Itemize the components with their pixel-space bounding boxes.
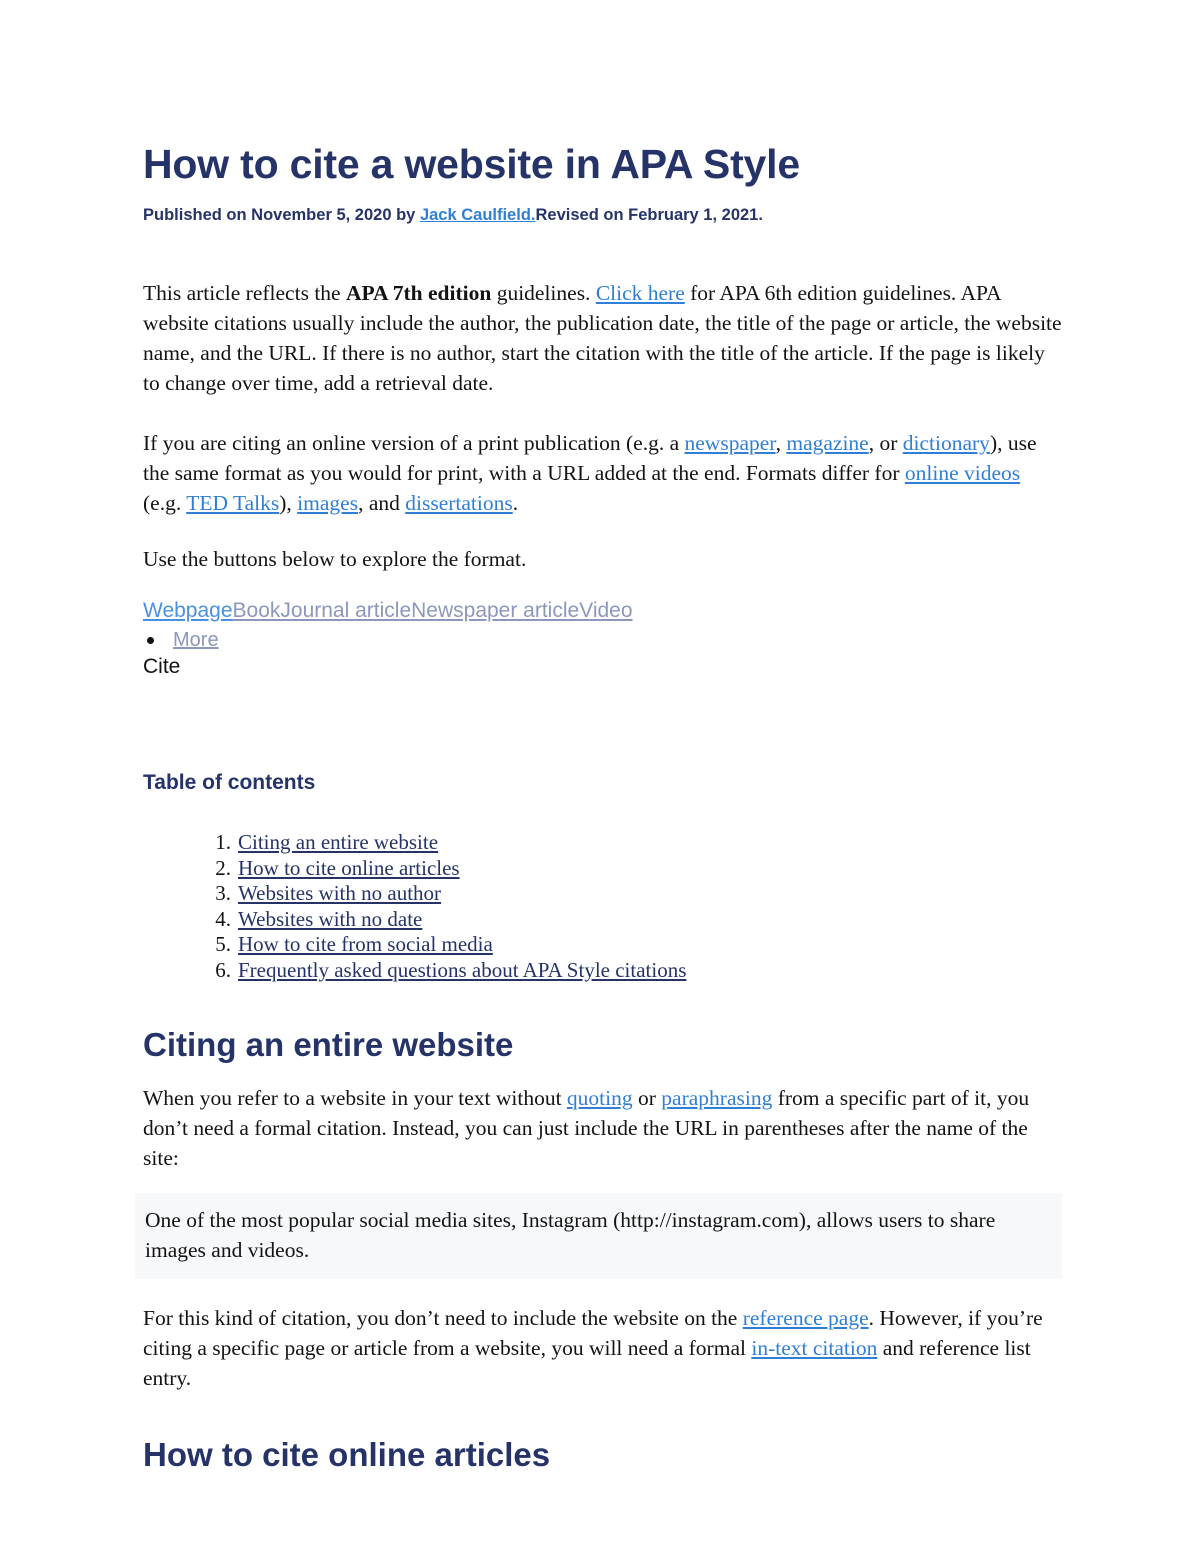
toc-item-2[interactable]: How to cite online articles (205, 856, 1063, 882)
cw-p1-text-1: When you refer to a website in your text… (143, 1086, 567, 1110)
toc-item-1[interactable]: Citing an entire website (205, 830, 1063, 856)
intro-p2-text-2: , (775, 431, 787, 455)
magazine-link[interactable]: magazine (786, 431, 868, 455)
toc-link-2[interactable]: How to cite online articles (238, 856, 460, 880)
toc-link-1[interactable]: Citing an entire website (238, 830, 438, 854)
images-link[interactable]: images (297, 491, 358, 515)
click-here-link[interactable]: Click here (596, 281, 685, 305)
intro-p2-text-6: ), (279, 491, 298, 515)
cite-button[interactable]: Cite (143, 653, 1063, 680)
intro-paragraph-3: Use the buttons below to explore the for… (143, 547, 527, 571)
example-callout: One of the most popular social media sit… (135, 1193, 1062, 1279)
intro-p2-text-8: . (512, 491, 519, 515)
quoting-link[interactable]: quoting (567, 1086, 633, 1110)
toc-link-3[interactable]: Websites with no author (238, 881, 441, 905)
intro-p2-text-7: , and (358, 491, 406, 515)
citing-website-paragraph-1: When you refer to a website in your text… (143, 1083, 1063, 1173)
document-page: How to cite a website in APA Style Publi… (0, 0, 1200, 1553)
byline: Published on November 5, 2020 by Jack Ca… (143, 204, 1063, 226)
toc-item-6[interactable]: Frequently asked questions about APA Sty… (205, 958, 1063, 984)
byline-suffix: Revised on February 1, 2021. (535, 206, 763, 224)
document-content: How to cite a website in APA Style Publi… (135, 140, 1063, 1475)
tab-webpage[interactable]: Webpage (143, 599, 233, 622)
dissertations-link[interactable]: dissertations (405, 491, 513, 515)
citing-website-paragraph-2: For this kind of citation, you don’t nee… (143, 1303, 1063, 1393)
tab-group-inactive[interactable]: BookJournal articleNewspaper articleVide… (233, 599, 633, 622)
intro-p1-text-1: This article reflects the (143, 281, 346, 305)
ted-talks-link[interactable]: TED Talks (186, 491, 279, 515)
author-link[interactable]: Jack Caulfield. (420, 206, 536, 224)
online-videos-link[interactable]: online videos (905, 461, 1020, 485)
example-text: One of the most popular social media sit… (145, 1208, 996, 1262)
toc-item-3[interactable]: Websites with no author (205, 881, 1063, 907)
toc-item-5[interactable]: How to cite from social media (205, 932, 1063, 958)
intro-p2-text-1: If you are citing an online version of a… (143, 431, 685, 455)
bullet-icon (147, 637, 154, 644)
section-heading-citing-entire-website: Citing an entire website (143, 1026, 514, 1063)
more-link[interactable]: More (173, 629, 219, 651)
more-options-list: More (143, 627, 1063, 653)
intro-p1-text-2: guidelines. (491, 281, 596, 305)
intro-p2-text-3: , or (868, 431, 903, 455)
intro-p2-text-5: (e.g. (143, 491, 187, 515)
toc-link-6[interactable]: Frequently asked questions about APA Sty… (238, 958, 686, 982)
list-item-more[interactable]: More (143, 627, 1063, 653)
toc-link-5[interactable]: How to cite from social media (238, 932, 493, 956)
cw-p2-text-1: For this kind of citation, you don’t nee… (143, 1306, 743, 1330)
format-tab-strip: WebpageBookJournal articleNewspaper arti… (143, 598, 1063, 624)
intro-paragraph-2: If you are citing an online version of a… (143, 428, 1063, 518)
dictionary-link[interactable]: dictionary (903, 431, 990, 455)
cw-p1-text-2: or (632, 1086, 662, 1110)
page-title: How to cite a website in APA Style (143, 141, 800, 187)
byline-prefix: Published on November 5, 2020 by (143, 206, 420, 224)
apa-edition-bold: APA 7th edition (345, 281, 492, 305)
table-of-contents: Citing an entire website How to cite onl… (143, 830, 1063, 983)
paraphrasing-link[interactable]: paraphrasing (661, 1086, 772, 1110)
newspaper-link[interactable]: newspaper (685, 431, 776, 455)
reference-page-link[interactable]: reference page (743, 1306, 869, 1330)
section-heading-online-articles: How to cite online articles (143, 1436, 551, 1473)
intro-paragraph-1: This article reflects the APA 7th editio… (143, 278, 1063, 398)
in-text-citation-link[interactable]: in-text citation (751, 1336, 877, 1360)
toc-link-4[interactable]: Websites with no date (238, 907, 422, 931)
toc-item-4[interactable]: Websites with no date (205, 907, 1063, 933)
toc-heading: Table of contents (143, 771, 316, 794)
